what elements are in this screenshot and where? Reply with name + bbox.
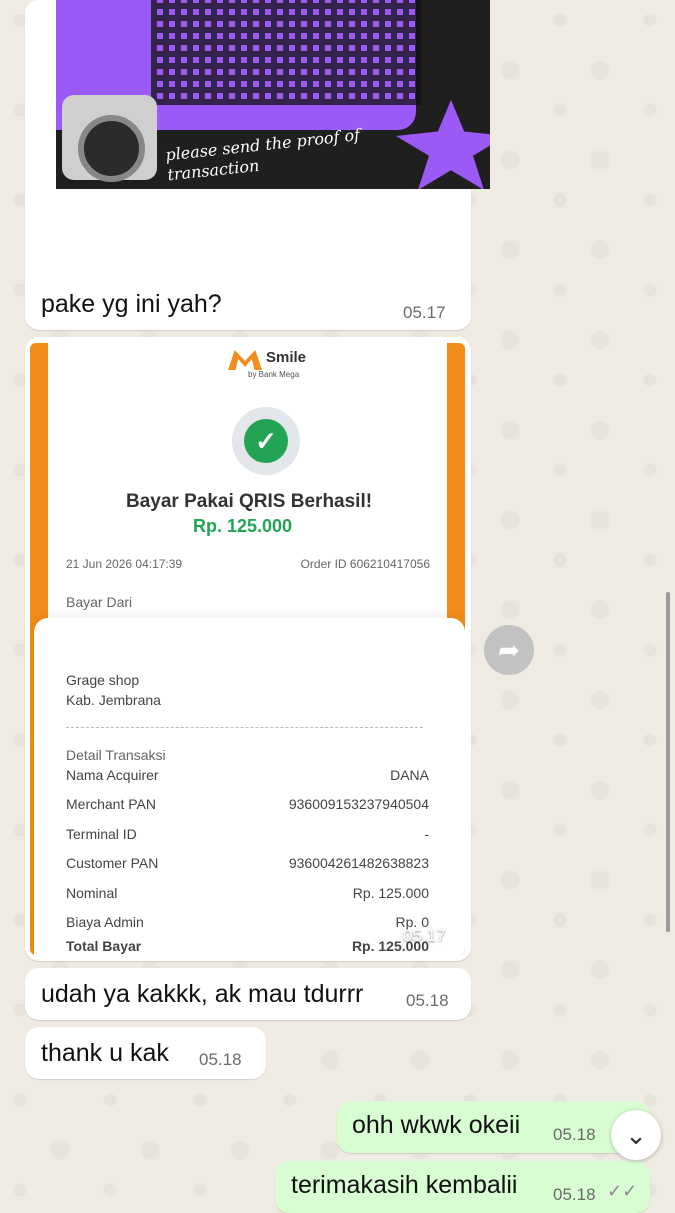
detail-label: Terminal ID (66, 826, 137, 842)
smile-logo-icon (228, 350, 262, 370)
message-text: ohh wkwk okeii (352, 1111, 521, 1139)
detail-label: Total Bayar (66, 938, 142, 954)
receipt-image[interactable]: Smile by Bank Mega ✓ Bayar Pakai QRIS Be… (30, 343, 465, 955)
brand-sub: by Bank Mega (248, 370, 300, 379)
double-check-icon: ✓✓ (607, 1181, 638, 1201)
message-time: 05.18 (199, 1050, 242, 1069)
message-text: pake yg ini yah? (41, 290, 222, 318)
merchant-location: Kab. Jembrana (66, 692, 161, 708)
message-time: 05.18 (553, 1185, 596, 1204)
incoming-message-bubble[interactable]: thank u kak 05.18 (25, 1027, 266, 1079)
chevron-down-icon[interactable]: ⌄ (611, 1110, 661, 1160)
scrollbar[interactable] (666, 592, 670, 932)
incoming-message-bubble[interactable]: udah ya kakkk, ak mau tdurrr 05.18 (25, 968, 471, 1020)
dashed-divider (66, 727, 423, 728)
detail-value: DANA (390, 767, 429, 783)
message-text: terimakasih kembalii (291, 1171, 518, 1199)
message-time: 05.17 (403, 926, 446, 945)
message-text: udah ya kakkk, ak mau tdurrr (41, 980, 364, 1008)
receipt-title: Bayar Pakai QRIS Berhasil! (126, 491, 373, 512)
qr-code (151, 0, 421, 105)
message-time: 05.18 (406, 991, 449, 1010)
receipt-detail-card: Grage shop Kab. Jembrana Detail Transaks… (34, 618, 465, 955)
checkmark-icon: ✓ (244, 419, 288, 463)
image-caption: please send the proof of transaction (164, 125, 361, 185)
receipt-date: 21 Jun 2026 04:17:39 (66, 557, 183, 571)
detail-label: Nama Acquirer (66, 767, 159, 783)
qr-image[interactable]: please send the proof of transaction (56, 0, 490, 189)
detail-value: 936009153237940504 (288, 796, 429, 812)
detail-label: Nominal (66, 885, 118, 901)
image-message-bubble[interactable]: please send the proof of transaction pak… (25, 0, 490, 330)
detail-value: 936004261482638823 (288, 855, 429, 871)
detail-label: Merchant PAN (66, 796, 156, 812)
message-time: 05.18 (553, 1125, 596, 1144)
detail-value: - (424, 826, 429, 842)
detail-value: Rp. 125.000 (352, 885, 429, 901)
order-id: Order ID 606210417056 (300, 557, 430, 571)
merchant-name: Grage shop (66, 672, 140, 688)
message-text: thank u kak (41, 1039, 169, 1067)
from-label: Bayar Dari (66, 594, 133, 610)
receipt-amount: Rp. 125.000 (193, 516, 293, 536)
detail-label: Biaya Admin (66, 914, 144, 930)
outgoing-message-bubble[interactable]: terimakasih kembalii 05.18 ✓✓ (275, 1161, 650, 1213)
message-time: 05.17 (403, 303, 446, 322)
brand-name: Smile (266, 349, 307, 366)
detail-label: Customer PAN (66, 855, 159, 871)
forward-icon[interactable]: ➦ (484, 625, 534, 675)
detail-title: Detail Transaksi (66, 747, 166, 763)
camera-lens (78, 115, 145, 182)
outgoing-message-bubble[interactable]: ohh wkwk okeii 05.18 (337, 1101, 650, 1153)
